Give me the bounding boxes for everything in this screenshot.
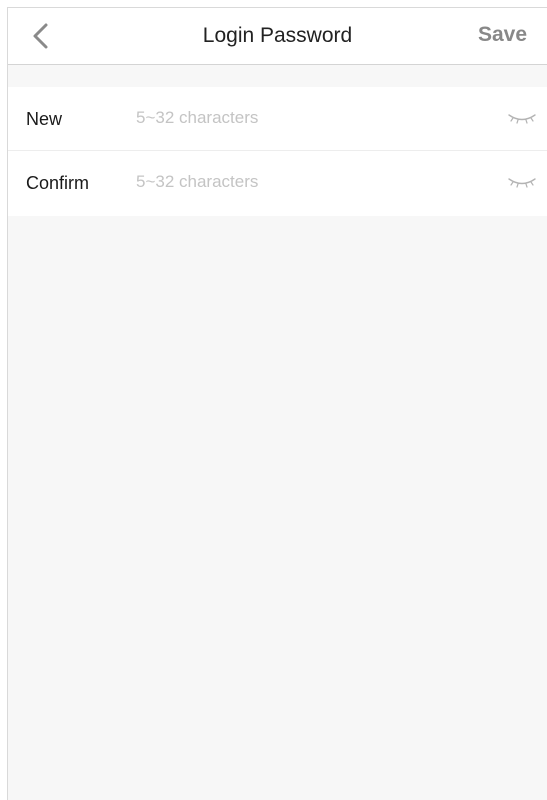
password-form: New Confirm [8, 87, 547, 216]
save-button[interactable]: Save [478, 23, 527, 47]
eye-closed-icon [508, 114, 536, 124]
confirm-password-label: Confirm [26, 173, 90, 193]
login-password-screen: Login Password Save New Confirm [7, 7, 547, 800]
back-button[interactable] [26, 19, 62, 55]
confirm-password-row: Confirm [8, 151, 547, 216]
new-password-label: New [26, 109, 63, 129]
new-password-row: New [8, 87, 547, 151]
eye-closed-icon [508, 178, 536, 188]
confirm-password-visibility-toggle[interactable] [505, 171, 539, 193]
page-title: Login Password [202, 24, 353, 47]
navigation-bar: Login Password Save [8, 8, 547, 65]
new-password-visibility-toggle[interactable] [505, 107, 539, 129]
new-password-input[interactable] [136, 103, 466, 133]
chevron-left-icon [33, 23, 48, 49]
confirm-password-input[interactable] [136, 167, 466, 197]
